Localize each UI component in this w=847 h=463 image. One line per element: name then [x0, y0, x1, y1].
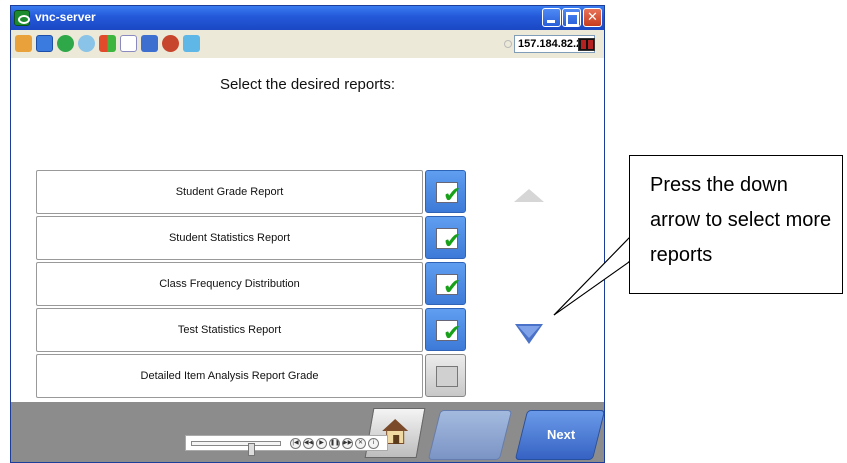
report-selection-screen: Select the desired reports: Student Grad… [11, 58, 604, 402]
report-label: Student Statistics Report [168, 232, 291, 244]
title-bar[interactable]: vnc-server [11, 6, 604, 30]
refresh-icon[interactable] [78, 35, 95, 52]
report-checkbox-class-frequency[interactable]: ✔ [425, 262, 466, 305]
report-row-student-grade[interactable]: Student Grade Report [36, 170, 423, 214]
report-row-student-statistics[interactable]: Student Statistics Report [36, 216, 423, 260]
report-checkbox-detailed-item-analysis[interactable] [425, 354, 466, 397]
windows-icon[interactable] [99, 35, 116, 52]
report-label: Test Statistics Report [177, 324, 282, 336]
report-row-detailed-item-analysis[interactable]: Detailed Item Analysis Report Grade [36, 354, 423, 398]
checkbox: ✔ [436, 274, 461, 299]
report-row-test-statistics[interactable]: Test Statistics Report [36, 308, 423, 352]
report-checkbox-student-statistics[interactable]: ✔ [425, 216, 466, 259]
vnc-window: vnc-server 157.184.82.211::58 Select the… [10, 5, 606, 463]
play-icon[interactable]: ▶ [316, 438, 327, 449]
info-icon[interactable] [141, 35, 158, 52]
vnc-toolbar: 157.184.82.211::58 [11, 30, 604, 58]
pause-icon[interactable]: ❚❚ [329, 438, 340, 449]
checkbox: ✔ [436, 228, 461, 253]
back-button[interactable] [427, 410, 513, 460]
window-title: vnc-server [35, 10, 96, 24]
close-button[interactable] [583, 8, 602, 27]
connection-status-icon [578, 38, 595, 51]
report-label: Student Grade Report [175, 186, 284, 198]
checkmark-icon: ✔ [443, 321, 462, 346]
report-row-class-frequency[interactable]: Class Frequency Distribution [36, 262, 423, 306]
screen-icon[interactable] [36, 35, 53, 52]
fast-forward-icon[interactable]: ▶▶ [342, 438, 353, 449]
transfer-icon[interactable] [183, 35, 200, 52]
text-icon[interactable] [120, 35, 137, 52]
playback-controls: |◀ ◀◀ ▶ ❚❚ ▶▶ ✕ i [185, 435, 388, 456]
scroll-up-arrow-icon[interactable] [514, 189, 544, 202]
minimize-button[interactable] [542, 8, 561, 27]
report-label: Detailed Item Analysis Report Grade [140, 370, 319, 382]
checkmark-icon: ✔ [443, 275, 462, 300]
seek-slider[interactable] [191, 441, 281, 456]
report-checkbox-test-statistics[interactable]: ✔ [425, 308, 466, 351]
checkbox: ✔ [436, 320, 461, 345]
checkmark-icon: ✔ [443, 183, 462, 208]
skip-start-icon[interactable]: |◀ [290, 438, 301, 449]
connection-icon [504, 40, 512, 48]
bottom-nav-bar: Next [11, 402, 606, 462]
options-icon[interactable] [15, 35, 32, 52]
report-label: Class Frequency Distribution [159, 278, 300, 290]
instruction-callout: Press the down arrow to select more repo… [629, 155, 843, 294]
close-icon[interactable]: ✕ [355, 438, 366, 449]
next-button[interactable]: Next [514, 410, 606, 460]
disconnect-icon[interactable] [162, 35, 179, 52]
page-title: Select the desired reports: [219, 76, 396, 93]
globe-icon[interactable] [57, 35, 74, 52]
next-label: Next [547, 427, 576, 442]
maximize-button[interactable] [562, 8, 581, 27]
checkmark-icon: ✔ [443, 229, 462, 254]
scroll-down-arrow-icon[interactable] [515, 324, 543, 344]
stage: vnc-server 157.184.82.211::58 Select the… [0, 0, 847, 463]
seek-slider-thumb[interactable] [248, 443, 255, 456]
report-checkbox-student-grade[interactable]: ✔ [425, 170, 466, 213]
callout-text: Press the down arrow to select more repo… [650, 174, 832, 266]
info-icon[interactable]: i [368, 438, 379, 449]
checkbox: ✔ [436, 182, 461, 207]
rewind-icon[interactable]: ◀◀ [303, 438, 314, 449]
checkbox [436, 366, 458, 387]
vnc-app-icon [14, 10, 30, 26]
